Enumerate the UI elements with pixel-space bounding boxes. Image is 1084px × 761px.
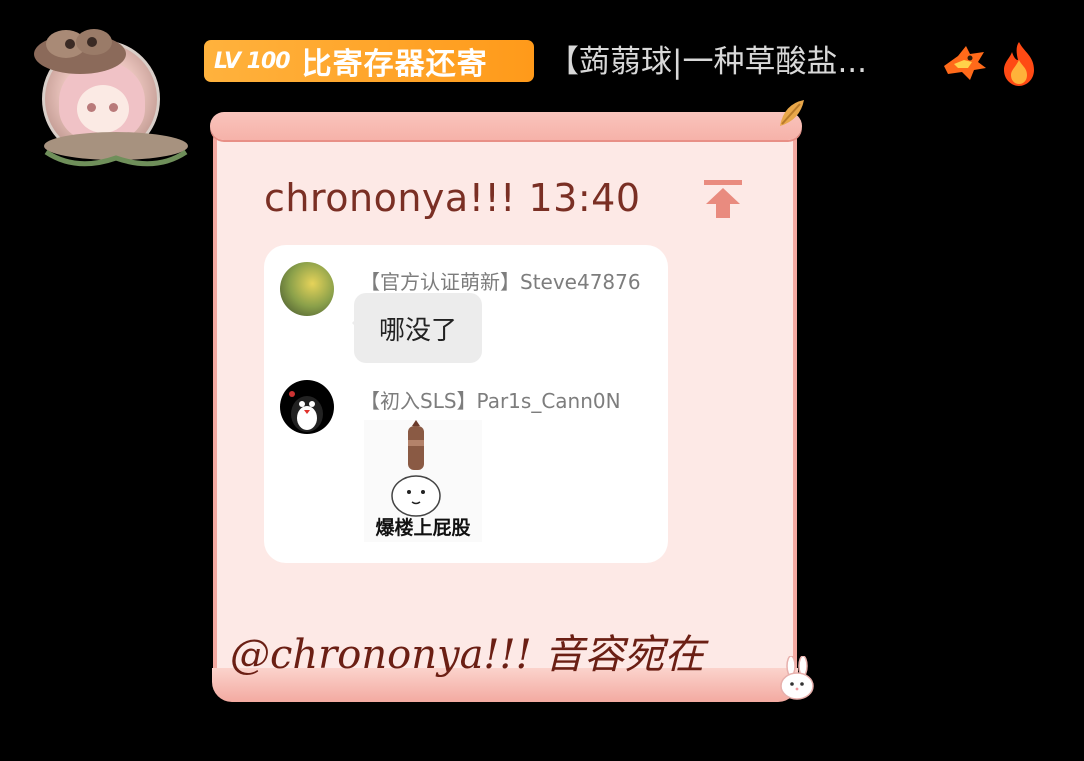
card-top-ribbon bbox=[210, 112, 802, 140]
mention-text: @chrononya!!! 音容宛在 bbox=[230, 632, 705, 678]
bunny-icon bbox=[780, 656, 814, 700]
message-sender[interactable]: 【初入SLS】Par1s_Cann0N bbox=[360, 385, 621, 414]
message-time: 13:40 bbox=[528, 176, 641, 220]
sticker-image[interactable]: 爆楼上屁股 bbox=[364, 420, 482, 542]
level-label: LV 100 bbox=[214, 48, 291, 74]
message-text: 哪没了 bbox=[378, 315, 457, 346]
paris-avatar[interactable] bbox=[280, 380, 334, 434]
user-avatar[interactable] bbox=[30, 20, 188, 167]
dragon-icon bbox=[944, 46, 986, 80]
leaf-decoration-icon bbox=[780, 100, 804, 126]
avatar-frame-top-deco bbox=[34, 29, 126, 74]
penguin-icon bbox=[289, 391, 323, 432]
pin-top-icon[interactable] bbox=[700, 176, 746, 222]
avatar-frame-bottom-deco bbox=[44, 132, 188, 167]
level-badge: LV 100 比寄存器还寄 bbox=[204, 40, 534, 82]
sticker-caption: 爆楼上屁股 bbox=[375, 517, 471, 539]
message-bubble: 哪没了 bbox=[352, 293, 482, 363]
user-title: 比寄存器还寄 bbox=[301, 47, 488, 82]
author-name[interactable]: chrononya!!! bbox=[264, 176, 516, 220]
steve-avatar[interactable] bbox=[280, 262, 334, 316]
message-sender[interactable]: 【官方认证萌新】Steve47876 bbox=[360, 266, 641, 295]
fire-icon bbox=[1004, 42, 1034, 86]
card-title: chrononya!!! 13:40 bbox=[264, 176, 641, 220]
group-name[interactable]: 【蒟蒻球|一种草酸盐... bbox=[548, 40, 918, 84]
rocket-sticker-icon bbox=[391, 420, 441, 517]
